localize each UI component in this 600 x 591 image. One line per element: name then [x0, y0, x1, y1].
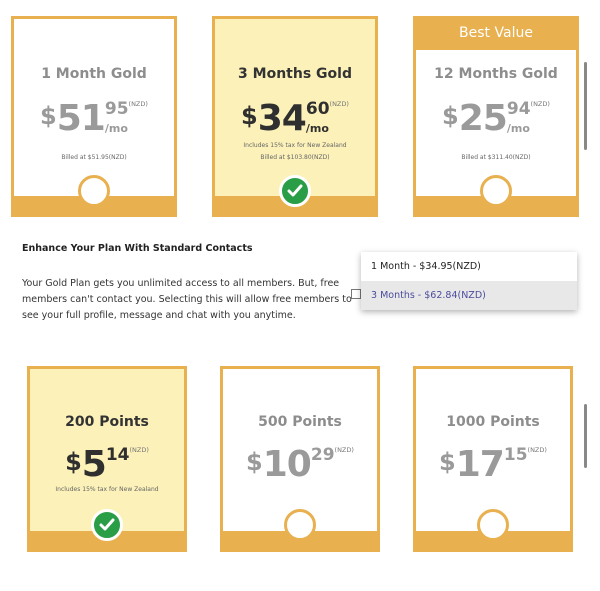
- contacts-plan-dropdown[interactable]: 1 Month - $34.95(NZD) 3 Months - $62.84(…: [361, 252, 577, 310]
- price-decimal: 94: [506, 99, 531, 119]
- price-currency: $: [442, 102, 459, 130]
- price-decimal: 14: [105, 445, 130, 465]
- plan-title: 12 Months Gold: [434, 66, 558, 82]
- price-per-month: /mo: [506, 122, 530, 135]
- price-unit: (NZD): [334, 446, 354, 454]
- radio-circle-icon[interactable]: [78, 175, 110, 207]
- scrollbar[interactable]: [584, 62, 587, 150]
- enhance-checkbox[interactable]: [351, 289, 361, 299]
- enhance-description: Your Gold Plan gets you unlimited access…: [22, 278, 352, 321]
- plan-card-1-month[interactable]: 1 Month Gold $5195(NZD) /mo Billed at $51…: [11, 16, 177, 217]
- plan-card-12-months[interactable]: Best Value 12 Months Gold $2594(NZD)/mo …: [413, 16, 579, 217]
- plan-price: $3460(NZD) /mo: [215, 101, 375, 137]
- tax-note: Includes 15% tax for New Zealand: [55, 486, 159, 493]
- price-integer: 10: [262, 444, 312, 485]
- tax-note: Includes 15% tax for New Zealand: [243, 142, 347, 149]
- plan-title: 3 Months Gold: [238, 66, 352, 82]
- best-value-ribbon: Best Value: [413, 16, 579, 50]
- points-card-500[interactable]: 500 Points $1029(NZD): [220, 366, 380, 552]
- price-integer: 5: [81, 444, 107, 485]
- plan-price: $2594(NZD) /mo: [416, 101, 576, 137]
- enhance-title: Enhance Your Plan With Standard Contacts: [22, 243, 253, 254]
- points-card-1000[interactable]: 1000 Points $1715(NZD): [413, 366, 573, 552]
- price-currency: $: [439, 448, 456, 476]
- billed-text: Billed at $311.40(NZD): [461, 154, 531, 161]
- price-unit: (NZD): [128, 100, 148, 108]
- points-title: 1000 Points: [446, 414, 540, 430]
- points-price: $1715(NZD): [416, 447, 570, 483]
- price-unit: (NZD): [530, 100, 550, 108]
- billed-text: Billed at $51.95(NZD): [61, 154, 127, 161]
- billed-text: Billed at $103.80(NZD): [260, 154, 330, 161]
- checkmark-icon[interactable]: [91, 509, 123, 541]
- scrollbar[interactable]: [584, 404, 587, 468]
- plan-price: $5195(NZD) /mo: [14, 101, 174, 137]
- price-currency: $: [241, 102, 258, 130]
- price-currency: $: [246, 448, 263, 476]
- checkmark-icon[interactable]: [279, 175, 311, 207]
- price-integer: 17: [455, 444, 505, 485]
- radio-circle-icon[interactable]: [480, 175, 512, 207]
- price-decimal: 29: [310, 445, 335, 465]
- price-currency: $: [65, 448, 82, 476]
- price-integer: 25: [458, 98, 508, 139]
- points-title: 200 Points: [65, 414, 149, 430]
- dropdown-option-1-month[interactable]: 1 Month - $34.95(NZD): [361, 252, 577, 281]
- price-integer: 51: [56, 98, 106, 139]
- price-unit: (NZD): [527, 446, 547, 454]
- price-decimal: 95: [104, 99, 129, 119]
- price-decimal: 60: [305, 99, 330, 119]
- price-unit: (NZD): [129, 446, 149, 454]
- dropdown-option-3-months[interactable]: 3 Months - $62.84(NZD): [361, 281, 577, 310]
- points-price: $1029(NZD): [223, 447, 377, 483]
- price-decimal: 15: [503, 445, 528, 465]
- plan-title: 1 Month Gold: [41, 66, 147, 82]
- price-unit: (NZD): [329, 100, 349, 108]
- radio-circle-icon[interactable]: [477, 509, 509, 541]
- radio-circle-icon[interactable]: [284, 509, 316, 541]
- plan-card-3-months[interactable]: 3 Months Gold $3460(NZD) /mo Includes 15%…: [212, 16, 378, 217]
- points-price: $514(NZD): [30, 447, 184, 483]
- price-currency: $: [40, 102, 57, 130]
- price-per-month: /mo: [104, 122, 128, 135]
- price-integer: 34: [257, 98, 307, 139]
- points-card-200[interactable]: 200 Points $514(NZD) Includes 15% tax fo…: [27, 366, 187, 552]
- price-per-month: /mo: [305, 122, 329, 135]
- points-title: 500 Points: [258, 414, 342, 430]
